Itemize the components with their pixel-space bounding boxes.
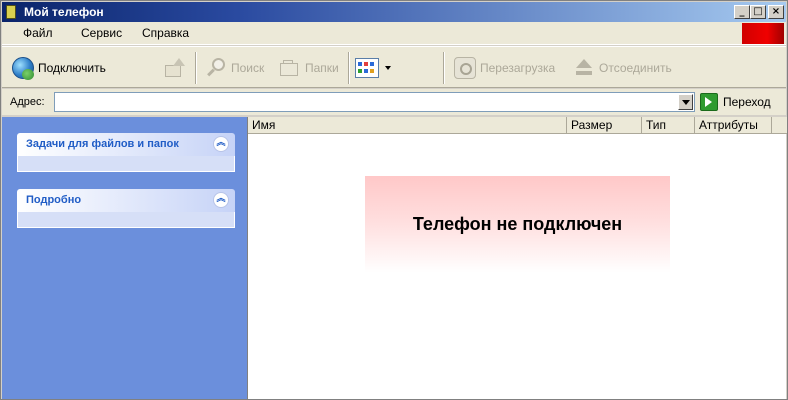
chevron-down-icon (385, 66, 391, 70)
column-header-name[interactable]: Имя (248, 117, 567, 134)
connect-button[interactable]: Подключить (12, 53, 106, 83)
reboot-button[interactable]: Перезагрузка (454, 53, 555, 83)
folders-label: Папки (305, 61, 339, 75)
window-title: Мой телефон (24, 5, 104, 19)
search-button[interactable]: Поиск (205, 53, 264, 83)
toolbar-separator (443, 52, 445, 84)
toolbar: Подключить Поиск Папки Перезагрузка Отсо… (2, 46, 786, 88)
eject-icon (573, 57, 595, 79)
search-label: Поиск (231, 61, 265, 75)
close-button[interactable]: × (768, 5, 784, 19)
task-body (17, 156, 235, 172)
go-icon (700, 93, 718, 111)
task-box-details: Подробно ︽ (17, 189, 235, 228)
column-header-type[interactable]: Тип (642, 117, 695, 134)
task-pane: Задачи для файлов и папок ︽ Подробно ︽ (2, 117, 247, 399)
menu-file[interactable]: Файл (23, 26, 53, 40)
minimize-button[interactable]: _ (734, 5, 750, 19)
address-input[interactable] (54, 92, 695, 112)
disconnect-button[interactable]: Отсоединить (573, 53, 672, 83)
menu-tools[interactable]: Сервис (81, 26, 122, 40)
folders-icon (279, 57, 301, 79)
task-title: Задачи для файлов и папок (26, 138, 179, 150)
reboot-label: Перезагрузка (480, 61, 556, 75)
toolbar-separator (195, 52, 197, 84)
up-folder-button[interactable] (163, 53, 189, 83)
go-button[interactable]: Переход (700, 92, 771, 112)
folders-button[interactable]: Папки (279, 53, 339, 83)
globe-icon (12, 57, 34, 80)
collapse-icon[interactable]: ︽ (213, 192, 229, 208)
main-window: Мой телефон _ □ × Файл Сервис Справка По… (0, 0, 788, 400)
toolbar-separator (348, 52, 350, 84)
views-button[interactable] (355, 53, 391, 83)
task-title: Подробно (26, 194, 82, 206)
column-header-size[interactable]: Размер (567, 117, 642, 134)
search-icon (205, 57, 227, 79)
menu-help[interactable]: Справка (142, 26, 189, 40)
task-body (17, 212, 235, 228)
reboot-icon (454, 57, 476, 79)
title-bar[interactable]: Мой телефон _ □ × (2, 2, 786, 22)
task-box-files: Задачи для файлов и папок ︽ (17, 133, 235, 172)
phone-app-icon (6, 5, 16, 19)
go-label: Переход (723, 95, 771, 109)
column-header-filler (772, 117, 787, 134)
address-label: Адрес: (10, 96, 45, 108)
maximize-button[interactable]: □ (750, 5, 766, 19)
menu-bar: Файл Сервис Справка (2, 22, 786, 45)
collapse-icon[interactable]: ︽ (213, 136, 229, 152)
brand-logo (742, 23, 784, 44)
address-dropdown-button[interactable] (678, 94, 693, 110)
column-header-attributes[interactable]: Аттрибуты (695, 117, 772, 134)
address-bar: Адрес: Переход (2, 89, 786, 115)
up-folder-icon (163, 57, 185, 79)
status-message: Телефон не подключен (365, 176, 670, 273)
views-icon (355, 58, 379, 78)
file-list[interactable]: Имя Размер Тип Аттрибуты Телефон не подк… (247, 117, 787, 399)
connect-label: Подключить (38, 61, 106, 75)
task-header[interactable]: Подробно ︽ (17, 189, 235, 212)
disconnect-label: Отсоединить (599, 61, 672, 75)
task-header[interactable]: Задачи для файлов и папок ︽ (17, 133, 235, 156)
